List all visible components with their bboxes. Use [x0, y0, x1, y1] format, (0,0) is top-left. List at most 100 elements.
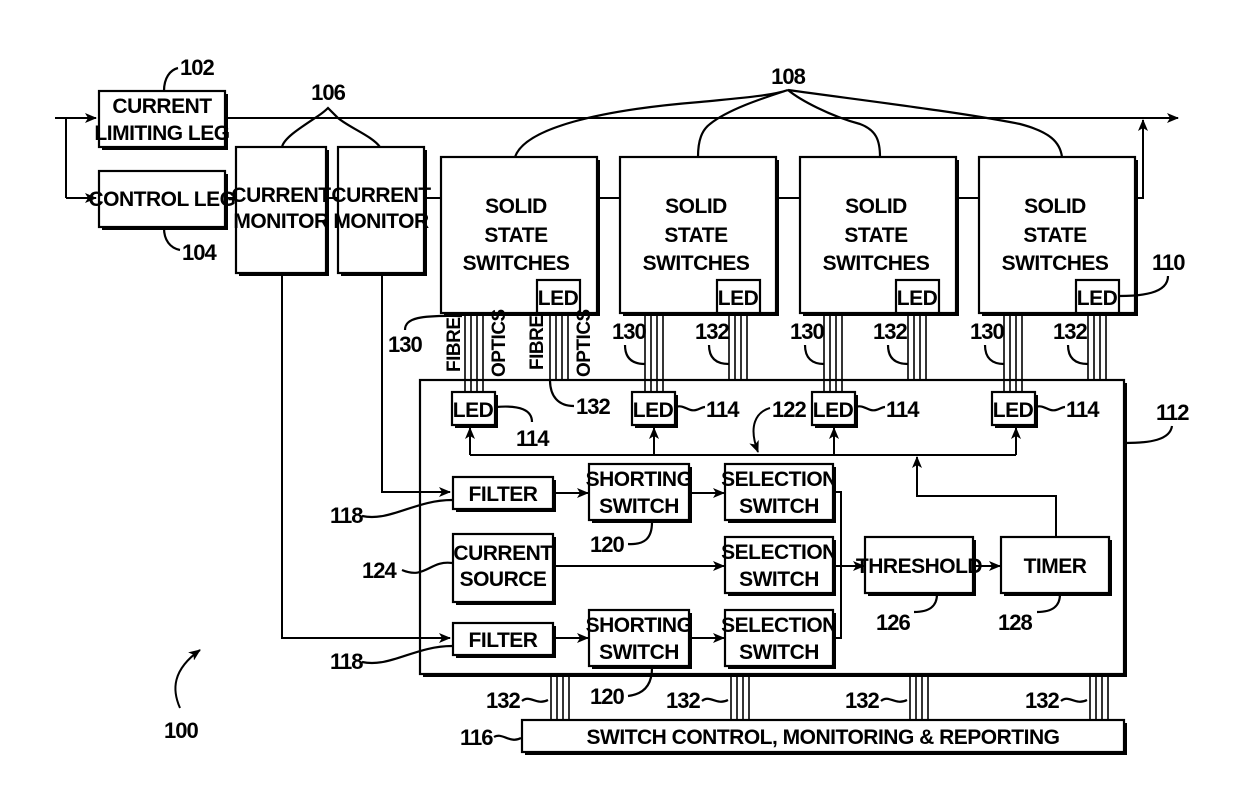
current-monitor-2-line2: MONITOR: [333, 210, 429, 233]
circuit-block-diagram: CURRENT LIMITING LEG 102 CONTROL LEG 104…: [55, 55, 1190, 755]
ref-118-1: 118: [330, 503, 363, 528]
ref-104: 104: [182, 240, 217, 265]
current-monitor-2-line1: CURRENT: [331, 184, 431, 207]
current-monitor-2: CURRENT MONITOR: [331, 145, 432, 276]
control-leg-label: CONTROL LEG: [89, 188, 236, 211]
current-limiting-leg-line2: LIMITING LEG: [94, 122, 229, 145]
control-leg-block: CONTROL LEG: [89, 169, 236, 230]
ssw3-line1: SOLID: [845, 195, 907, 218]
ref-120-2: 120: [590, 684, 624, 709]
ref-132-2: 132: [695, 319, 729, 344]
ref-102: 102: [180, 55, 214, 80]
selection-switch-2-line1: SELECTION: [721, 541, 837, 564]
ref-112: 112: [1156, 400, 1189, 425]
shorting-switch-1: SHORTING SWITCH: [586, 462, 693, 523]
ref-118-2: 118: [330, 649, 363, 674]
ref-132-4: 132: [1053, 319, 1087, 344]
filter-1: FILTER: [451, 475, 556, 512]
ssw2-line3: SWITCHES: [643, 252, 750, 275]
ref-leader-102: [162, 66, 179, 92]
ref-leader-108-right: [787, 88, 1064, 158]
current-limiting-leg-line1: CURRENT: [112, 95, 212, 118]
ssw1-line2: STATE: [484, 224, 548, 247]
ssw3-line3: SWITCHES: [823, 252, 930, 275]
figure-pointer-arrow-icon: [174, 649, 201, 709]
ssw2-line2: STATE: [664, 224, 728, 247]
receiver-led-3-label: LED: [813, 399, 854, 422]
ref-120-1: 120: [590, 532, 624, 557]
current-monitor-1: CURRENT MONITOR: [231, 145, 332, 276]
ref-leader-132-b1: [521, 697, 549, 703]
ref-128: 128: [998, 610, 1032, 635]
ref-leader-132-b4: [1060, 697, 1088, 703]
threshold-block: THRESHOLD: [856, 535, 983, 596]
ref-130-4: 130: [970, 319, 1004, 344]
ssw1-led: LED: [538, 287, 579, 310]
ref-114-4: 114: [1066, 397, 1100, 422]
ssw1-line1: SOLID: [485, 195, 547, 218]
ref-130-3: 130: [790, 319, 824, 344]
selection-switch-1-line1: SELECTION: [721, 468, 837, 491]
solid-state-switch-2: SOLID STATE SWITCHES LED: [618, 155, 779, 316]
ref-106: 106: [311, 80, 345, 105]
ref-leader-106: [280, 106, 381, 148]
ref-leader-132-4: [1066, 344, 1089, 366]
ref-leader-108-left: [513, 88, 789, 158]
timer-label: TIMER: [1024, 555, 1087, 578]
ssw3-line2: STATE: [844, 224, 908, 247]
fibre-label-2: FIBRE: [527, 316, 548, 371]
receiver-led-1: LED: [450, 390, 498, 428]
timer-block: TIMER: [999, 535, 1112, 596]
ref-114-1: 114: [516, 426, 550, 451]
ref-114-3: 114: [886, 397, 920, 422]
shorting-switch-2-line1: SHORTING: [586, 614, 693, 637]
filter-2: FILTER: [451, 621, 556, 658]
current-monitor-1-line1: CURRENT: [231, 184, 331, 207]
figure-ref-100: 100: [164, 718, 198, 743]
switch-control-block: SWITCH CONTROL, MONITORING & REPORTING: [520, 718, 1127, 755]
ref-130-2: 130: [612, 319, 646, 344]
ref-122: 122: [772, 397, 806, 422]
filter-1-label: FILTER: [469, 483, 538, 506]
ref-leader-132-b3: [880, 697, 908, 703]
solid-state-switch-3: SOLID STATE SWITCHES LED: [798, 155, 959, 316]
receiver-led-2-label: LED: [633, 399, 674, 422]
current-limiting-leg-block: CURRENT LIMITING LEG: [94, 89, 230, 150]
shorting-switch-1-line1: SHORTING: [586, 468, 693, 491]
shorting-switch-2: SHORTING SWITCH: [586, 608, 693, 669]
ref-132-b3: 132: [845, 688, 879, 713]
ssw2-led: LED: [718, 287, 759, 310]
ref-110: 110: [1152, 250, 1185, 275]
solid-state-switch-1: SOLID STATE SWITCHES LED: [439, 155, 600, 316]
ssw1-line3: SWITCHES: [463, 252, 570, 275]
current-monitor-1-line2: MONITOR: [233, 210, 329, 233]
ref-leader-130-2: [623, 344, 646, 366]
receiver-led-2: LED: [630, 390, 678, 428]
switch-control-label: SWITCH CONTROL, MONITORING & REPORTING: [587, 726, 1060, 749]
selection-switch-2: SELECTION SWITCH: [721, 535, 837, 596]
ref-126: 126: [876, 610, 910, 635]
ref-leader-132-2: [707, 344, 730, 366]
ref-leader-104: [162, 227, 181, 252]
receiver-led-4: LED: [990, 390, 1038, 428]
threshold-label: THRESHOLD: [856, 555, 983, 578]
ref-leader-112: [1124, 425, 1174, 445]
selection-switch-2-line2: SWITCH: [739, 568, 819, 591]
ref-leader-132-3: [886, 344, 909, 366]
solid-state-switch-4: SOLID STATE SWITCHES LED: [977, 155, 1138, 316]
ref-132-1: 132: [576, 394, 610, 419]
ref-132-b2: 132: [666, 688, 700, 713]
optics-label-1: OPTICS: [489, 309, 510, 377]
shorting-switch-1-line2: SWITCH: [599, 495, 679, 518]
ssw4-line2: STATE: [1023, 224, 1087, 247]
selection-switch-3-line1: SELECTION: [721, 614, 837, 637]
current-source-line2: SOURCE: [460, 568, 547, 591]
selection-switch-3: SELECTION SWITCH: [721, 608, 837, 669]
ref-leader-130-4: [983, 344, 1005, 366]
ref-132-3: 132: [873, 319, 907, 344]
selection-switch-1: SELECTION SWITCH: [721, 462, 837, 523]
selection-switch-3-line2: SWITCH: [739, 641, 819, 664]
current-source: CURRENT SOURCE: [451, 532, 556, 605]
ref-132-b4: 132: [1025, 688, 1059, 713]
ref-leader-132-b2: [701, 697, 729, 703]
